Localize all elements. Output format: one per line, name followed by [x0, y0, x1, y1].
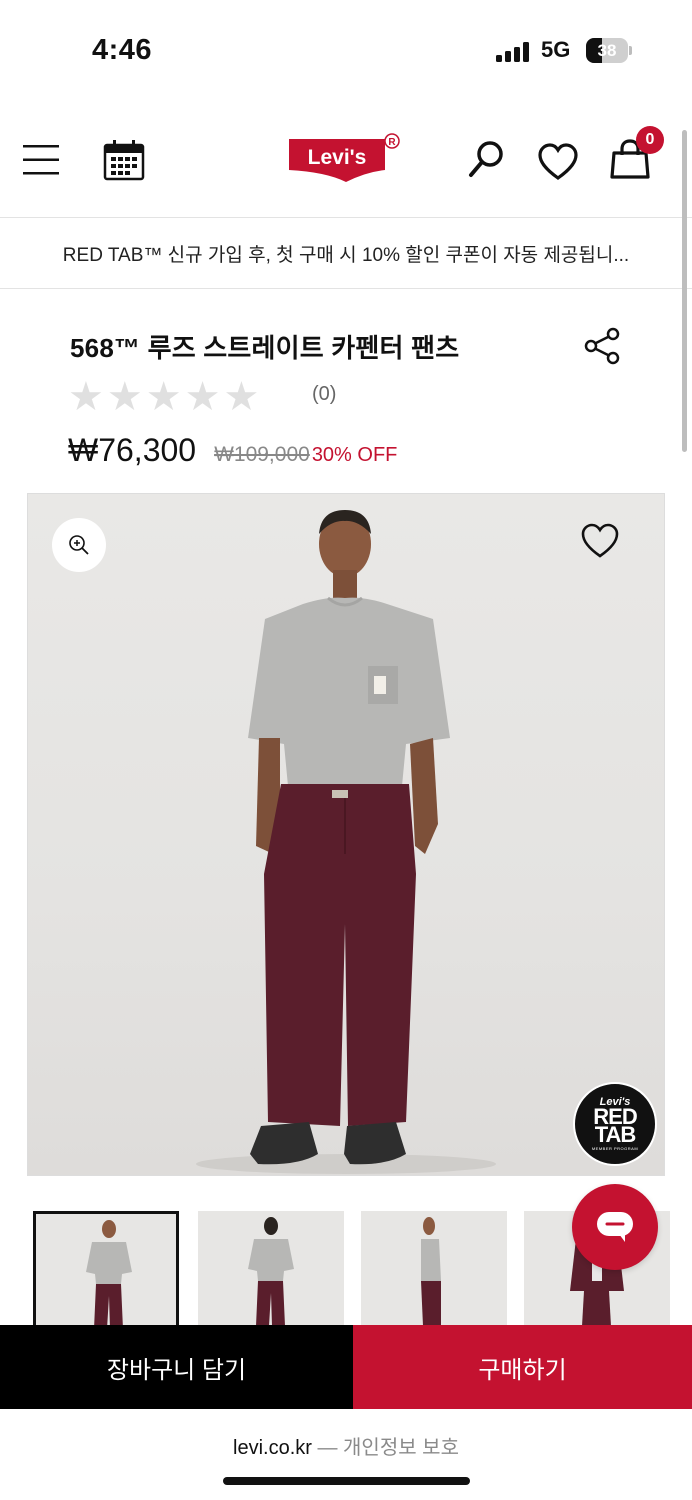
thumbnail-front[interactable] — [33, 1211, 179, 1326]
wishlist-icon[interactable] — [537, 142, 579, 182]
rating-stars[interactable]: ★ ★ ★ ★ ★ — [68, 377, 259, 417]
zoom-in-icon — [69, 535, 89, 555]
search-icon[interactable] — [466, 138, 508, 180]
buy-now-button[interactable]: 구매하기 — [353, 1325, 692, 1409]
star-icon: ★ — [223, 375, 260, 419]
url-domain: levi.co.kr — [233, 1437, 312, 1459]
signal-icon — [496, 42, 530, 62]
star-icon: ★ — [184, 375, 221, 419]
battery-icon: 38 — [586, 38, 632, 63]
image-wishlist-icon[interactable] — [580, 522, 620, 562]
red-tab-badge-sub: MEMBER PROGRAM — [591, 1146, 639, 1151]
status-time: 4:46 — [92, 34, 153, 66]
url-text[interactable]: levi.co.kr — 개인정보 보호 — [0, 1431, 692, 1460]
price-row: ₩76,300 ₩109,000 30% OFF — [68, 432, 397, 469]
discount-label: 30% OFF — [311, 444, 398, 466]
cart-count-badge: 0 — [636, 126, 664, 154]
url-privacy-label: — 개인정보 보호 — [311, 1437, 459, 1459]
model-photo — [196, 510, 496, 1174]
thumbnail-side[interactable] — [361, 1211, 507, 1326]
promo-banner[interactable]: RED TAB™ 신규 가입 후, 첫 구매 시 10% 할인 쿠폰이 자동 제… — [0, 219, 692, 289]
product-image[interactable]: Levi's RED TAB MEMBER PROGRAM — [27, 493, 665, 1176]
sale-price: ₩76,300 — [68, 432, 197, 468]
product-title: 568™ 루즈 스트레이트 카펜터 팬츠 — [70, 333, 460, 363]
review-count[interactable]: (0) — [312, 383, 336, 406]
red-tab-badge-tab: TAB — [594, 1122, 637, 1147]
product-page: 4:46 5G 38 Levi's R 0 RED TAB™ 신규 가입 후, … — [0, 0, 692, 1500]
red-tab-badge: Levi's RED TAB MEMBER PROGRAM — [573, 1082, 657, 1166]
battery-level: 38 — [597, 41, 617, 60]
scrollbar[interactable] — [682, 130, 687, 452]
chat-button[interactable] — [572, 1184, 658, 1270]
thumbnail-back[interactable] — [198, 1211, 344, 1326]
network-label: 5G — [541, 37, 571, 62]
svg-text:R: R — [388, 137, 396, 148]
original-price: ₩109,000 — [214, 443, 310, 466]
brand-logo[interactable]: Levi's R — [286, 132, 406, 188]
home-indicator[interactable] — [223, 1477, 470, 1485]
status-bar: 4:46 5G 38 — [0, 0, 692, 100]
menu-icon[interactable] — [22, 140, 60, 180]
browser-url-bar[interactable]: levi.co.kr — 개인정보 보호 — [0, 1409, 692, 1500]
chat-icon — [597, 1212, 633, 1242]
calendar-icon[interactable] — [102, 138, 146, 182]
add-to-cart-button[interactable]: 장바구니 담기 — [0, 1325, 353, 1409]
star-icon: ★ — [106, 375, 143, 419]
star-icon: ★ — [145, 375, 182, 419]
zoom-button[interactable] — [52, 518, 106, 572]
brand-logo-text: Levi's — [308, 146, 367, 169]
star-icon: ★ — [68, 375, 104, 419]
share-icon[interactable] — [582, 326, 622, 366]
